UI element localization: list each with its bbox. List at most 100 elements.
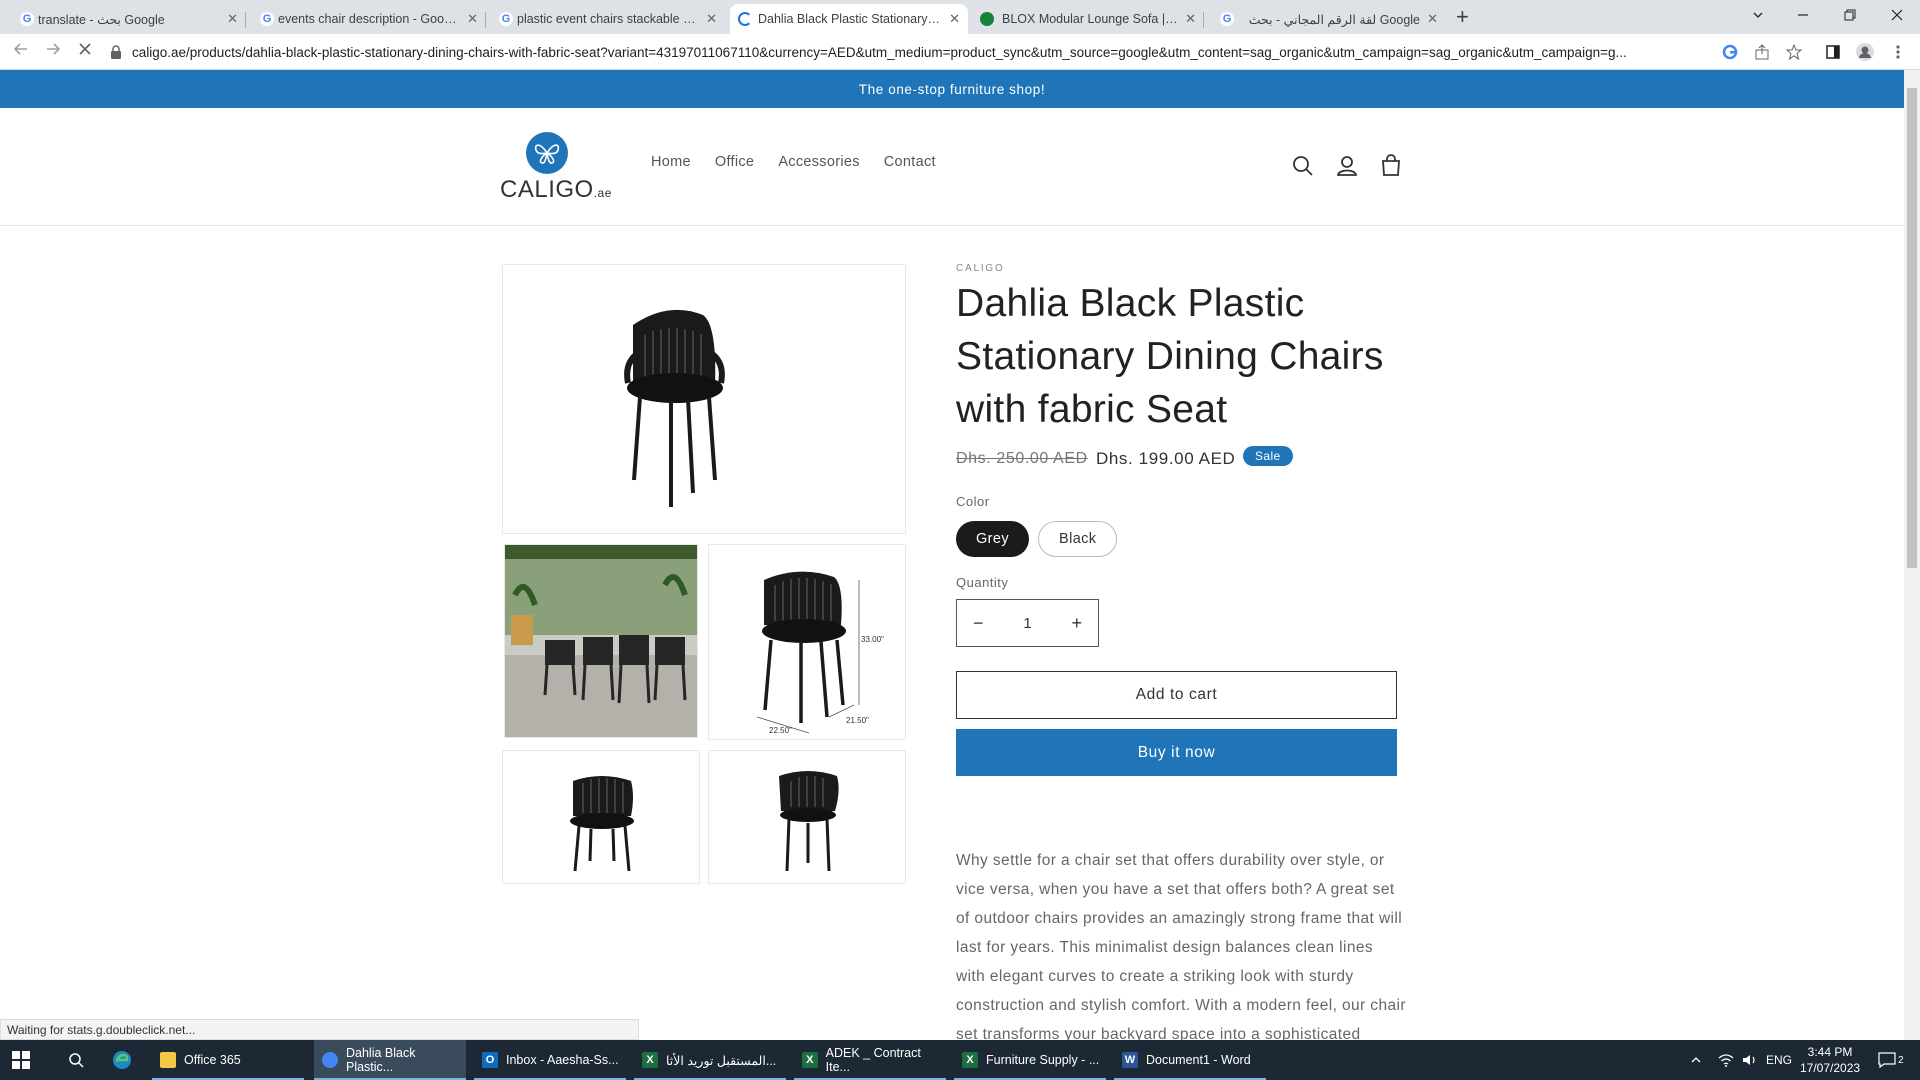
edge-icon[interactable] (104, 1040, 144, 1080)
back-icon[interactable] (12, 40, 30, 63)
browser-toolbar: caligo.ae/products/dahlia-black-plastic-… (0, 34, 1920, 70)
browser-tab[interactable]: G events chair description - Google ✕ (256, 4, 486, 34)
chrome-icon (322, 1052, 338, 1068)
browser-tab[interactable]: G plastic event chairs stackable bla ✕ (495, 4, 725, 34)
quantity-input[interactable]: 1 (1023, 615, 1031, 632)
sale-price: Dhs. 199.00 AED (1096, 449, 1236, 468)
side-panel-icon[interactable] (1823, 42, 1843, 62)
volume-icon[interactable] (1742, 1040, 1758, 1080)
browser-menu-icon[interactable] (1888, 42, 1908, 62)
loading-spinner-icon (738, 12, 752, 26)
google-icon: G (20, 12, 34, 26)
sheet-icon (980, 12, 994, 26)
taskbar-app-excel[interactable]: X المستقبل توريد الأثا... (634, 1040, 786, 1080)
product-thumbnail[interactable] (708, 750, 906, 884)
clock-date: 17/07/2023 (1800, 1061, 1861, 1075)
clock-time: 3:44 PM (1807, 1045, 1853, 1059)
stop-loading-icon[interactable] (76, 40, 94, 63)
browser-tab[interactable]: G translate - بحث Google ✕ (16, 4, 246, 34)
browser-tab[interactable]: BLOX Modular Lounge Sofa | Offi ✕ (972, 4, 1204, 34)
nav-contact[interactable]: Contact (884, 154, 936, 170)
cart-icon[interactable] (1378, 153, 1404, 179)
color-option-grey[interactable]: Grey (956, 521, 1030, 557)
lock-icon (111, 45, 121, 59)
quantity-stepper: − 1 + (956, 599, 1099, 647)
close-tab-icon[interactable]: ✕ (1427, 11, 1438, 27)
main-nav: Home Office Accessories Contact (651, 154, 936, 170)
close-tab-icon[interactable]: ✕ (227, 11, 238, 27)
color-label: Color (956, 494, 990, 509)
address-bar[interactable]: caligo.ae/products/dahlia-black-plastic-… (110, 38, 1705, 66)
product-main-image[interactable] (502, 264, 906, 534)
caligo-logo[interactable]: CALIGO.ae (500, 132, 615, 203)
taskbar-search-icon[interactable] (60, 1040, 94, 1080)
dimension-height-label: 33.00" (861, 635, 884, 644)
close-tab-icon[interactable]: ✕ (706, 11, 717, 27)
nav-office[interactable]: Office (715, 154, 754, 170)
sale-badge: Sale (1243, 446, 1293, 466)
search-icon[interactable] (1290, 153, 1316, 179)
word-icon: W (1122, 1052, 1138, 1068)
browser-status-bar: Waiting for stats.g.doubleclick.net... (0, 1019, 639, 1040)
google-icon: G (499, 12, 513, 26)
web-page: The one-stop furniture shop! CALIGO.ae H… (0, 70, 1904, 1040)
windows-taskbar: Office 365 Dahlia Black Plastic... O Inb… (0, 1040, 1920, 1080)
regular-price: Dhs. 250.00 AED (956, 450, 1088, 467)
account-icon[interactable] (1334, 153, 1360, 179)
announcement-bar: The one-stop furniture shop! (0, 70, 1904, 108)
tab-search-icon[interactable] (1752, 0, 1764, 30)
site-header: CALIGO.ae Home Office Accessories Contac… (0, 108, 1904, 226)
buy-now-button[interactable]: Buy it now (956, 729, 1397, 776)
product-thumbnail[interactable] (504, 544, 698, 738)
wifi-icon[interactable] (1718, 1040, 1734, 1080)
excel-icon: X (962, 1052, 978, 1068)
dimension-depth-label: 21.50" (846, 716, 869, 725)
taskbar-clock[interactable]: 3:44 PM 17/07/2023 (1800, 1044, 1860, 1076)
close-tab-icon[interactable]: ✕ (1185, 11, 1196, 27)
logo-wordmark: CALIGO (500, 176, 594, 203)
excel-icon: X (802, 1052, 818, 1068)
notification-center-icon[interactable]: 2 (1878, 1040, 1904, 1080)
minimize-icon[interactable] (1797, 0, 1809, 30)
google-icon: G (1220, 12, 1234, 26)
dimension-width-label: 22.50" (769, 726, 792, 735)
taskbar-app-outlook[interactable]: O Inbox - Aaesha-Ss... (474, 1040, 626, 1080)
google-icon: G (260, 12, 274, 26)
taskbar-app-excel[interactable]: X Furniture Supply - ... (954, 1040, 1106, 1080)
browser-tab-active[interactable]: Dahlia Black Plastic Stationary Di ✕ (730, 4, 968, 34)
google-lens-icon[interactable] (1720, 42, 1740, 62)
new-tab-button[interactable]: + (1456, 4, 1469, 30)
nav-accessories[interactable]: Accessories (778, 154, 859, 170)
restore-icon[interactable] (1844, 0, 1856, 30)
quantity-label: Quantity (956, 575, 1009, 590)
windows-start-icon[interactable] (12, 1051, 30, 1069)
butterfly-logo-icon (526, 132, 568, 174)
close-tab-icon[interactable]: ✕ (467, 11, 478, 27)
show-hidden-icons[interactable] (1690, 1040, 1702, 1080)
taskbar-app-excel[interactable]: X ADEK _ Contract Ite... (794, 1040, 946, 1080)
close-window-icon[interactable] (1891, 0, 1903, 30)
language-indicator[interactable]: ENG (1766, 1040, 1792, 1080)
quantity-decrease-button[interactable]: − (973, 613, 984, 634)
nav-home[interactable]: Home (651, 154, 691, 170)
forward-icon[interactable] (44, 40, 62, 63)
product-thumbnail-dimensions[interactable]: 33.00" 21.50" 22.50" (708, 544, 906, 740)
quantity-increase-button[interactable]: + (1071, 613, 1082, 634)
taskbar-app-word[interactable]: W Document1 - Word (1114, 1040, 1266, 1080)
bookmark-star-icon[interactable] (1784, 42, 1804, 62)
notification-count: 2 (1898, 1054, 1904, 1066)
taskbar-app-chrome[interactable]: Dahlia Black Plastic... (314, 1040, 466, 1080)
taskbar-app-office365[interactable]: Office 365 (152, 1040, 304, 1080)
page-scrollbar[interactable] (1904, 70, 1920, 1040)
excel-icon: X (642, 1052, 658, 1068)
browser-tab-strip: G translate - بحث Google ✕ G events chai… (0, 0, 1920, 34)
share-icon[interactable] (1752, 42, 1772, 62)
close-tab-icon[interactable]: ✕ (949, 11, 960, 27)
color-option-black[interactable]: Black (1038, 521, 1118, 557)
product-vendor: CALIGO (956, 263, 1005, 274)
folder-icon (160, 1052, 176, 1068)
product-thumbnail[interactable] (502, 750, 700, 884)
browser-tab[interactable]: G لقة الرقم المجاني - بحث Google ✕ (1212, 4, 1446, 34)
add-to-cart-button[interactable]: Add to cart (956, 671, 1397, 719)
profile-icon[interactable] (1855, 42, 1875, 62)
